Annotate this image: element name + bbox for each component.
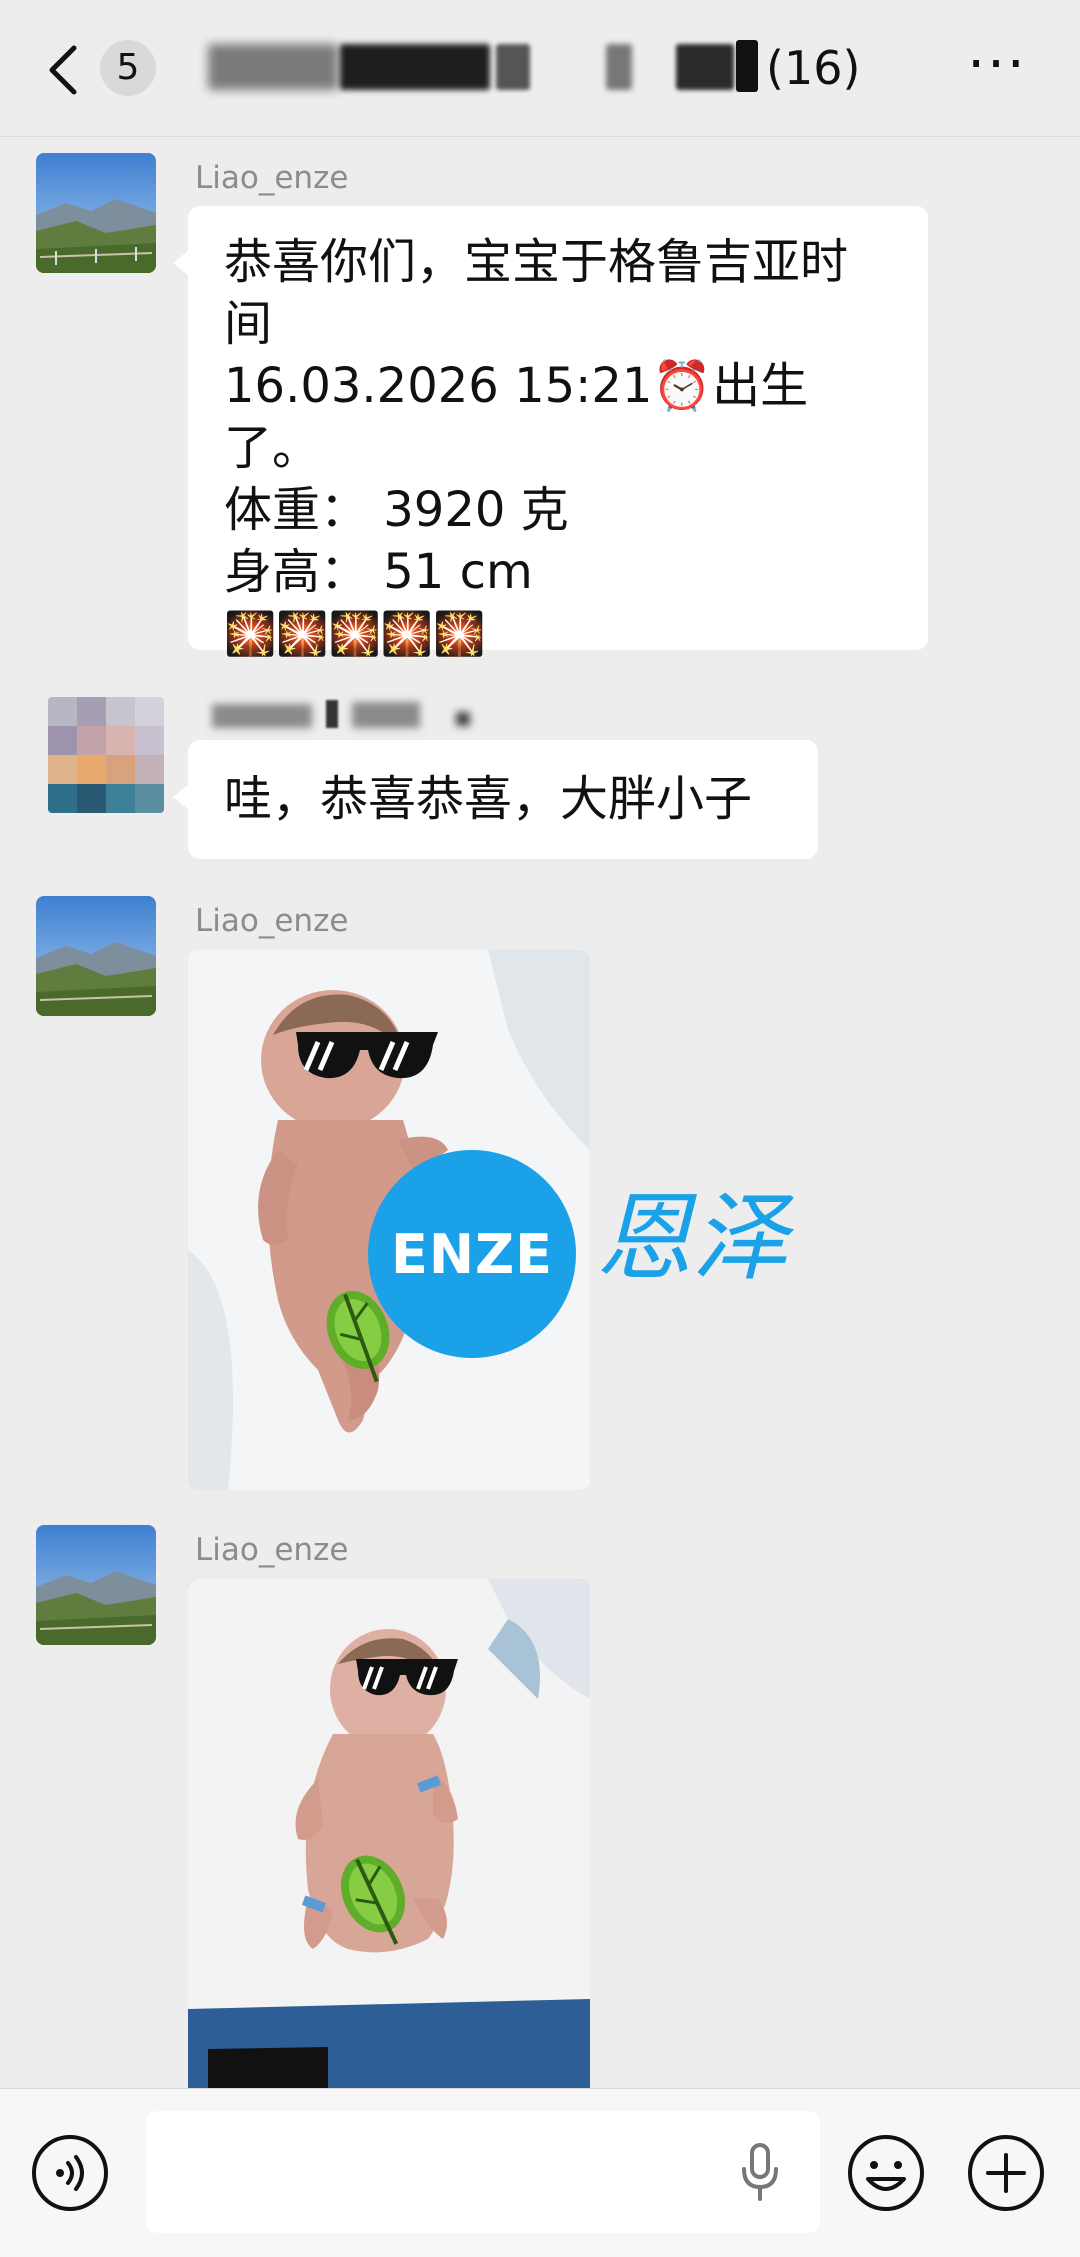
message-input[interactable] [146, 2111, 820, 2233]
redacted-block [352, 702, 420, 728]
sender-name: Liao_enze [195, 1532, 349, 1568]
microphone-button[interactable] [736, 2141, 784, 2205]
chat-header: 5 (16) ··· [0, 0, 1080, 137]
voice-icon [32, 2135, 108, 2211]
group-title-redacted [208, 44, 338, 90]
unread-count-badge[interactable]: 5 [100, 40, 156, 96]
sender-name: Liao_enze [195, 160, 349, 196]
avatar[interactable] [36, 896, 156, 1016]
enze-caption: 恩泽 [596, 1182, 788, 1294]
group-title-redacted [606, 44, 632, 90]
landscape-avatar-icon [36, 896, 156, 1016]
group-title-redacted [676, 44, 734, 90]
voice-toggle-button[interactable] [30, 2133, 110, 2213]
avatar[interactable] [36, 153, 156, 273]
more-options-button[interactable]: ··· [962, 36, 1032, 102]
image-message[interactable] [188, 1579, 590, 2088]
message-bubble[interactable]: 恭喜你们，宝宝于格鲁吉亚时 间 16.03.2026 15:21⏰出生了。 体重… [173, 206, 928, 658]
group-title-redacted [736, 40, 758, 92]
more-actions-button[interactable] [966, 2133, 1046, 2213]
pixelated-avatar-icon [48, 697, 164, 813]
sender-name: Liao_enze [195, 903, 349, 939]
newborn-photo-image [188, 1579, 590, 2088]
message-line: 🎇🎇🎇🎇🎇 [224, 609, 486, 658]
message-line: 16.03.2026 15:21⏰出生了。 [224, 358, 809, 476]
message-text: 哇，恭喜恭喜，大胖小子 [224, 771, 753, 827]
message-line: 身高： 51 cm [224, 544, 533, 600]
plus-icon [968, 2135, 1044, 2211]
redacted-block [212, 704, 312, 728]
landscape-avatar-icon [36, 1525, 156, 1645]
message-line: 体重： 3920 克 [224, 482, 569, 538]
avatar[interactable] [36, 1525, 156, 1645]
message-line: 恭喜你们，宝宝于格鲁吉亚时 [224, 234, 849, 290]
redacted-block [456, 712, 470, 726]
enze-logo: ENZE [368, 1150, 576, 1358]
message-bubble[interactable]: 哇，恭喜恭喜，大胖小子 [173, 740, 818, 859]
group-member-count: (16) [766, 41, 861, 95]
redacted-block [326, 700, 338, 728]
chevron-left-icon [49, 45, 77, 95]
avatar[interactable] [48, 697, 164, 813]
emoji-button[interactable] [846, 2133, 926, 2213]
group-title-redacted [496, 44, 530, 90]
message-line: 间 [224, 296, 273, 352]
microphone-icon [742, 2143, 778, 2201]
chat-input-bar [0, 2088, 1080, 2257]
enze-logo-text: ENZE [390, 1222, 554, 1286]
landscape-avatar-icon [36, 153, 156, 273]
emoji-icon [848, 2135, 924, 2211]
back-button[interactable] [36, 40, 96, 100]
group-title-redacted [340, 44, 490, 90]
